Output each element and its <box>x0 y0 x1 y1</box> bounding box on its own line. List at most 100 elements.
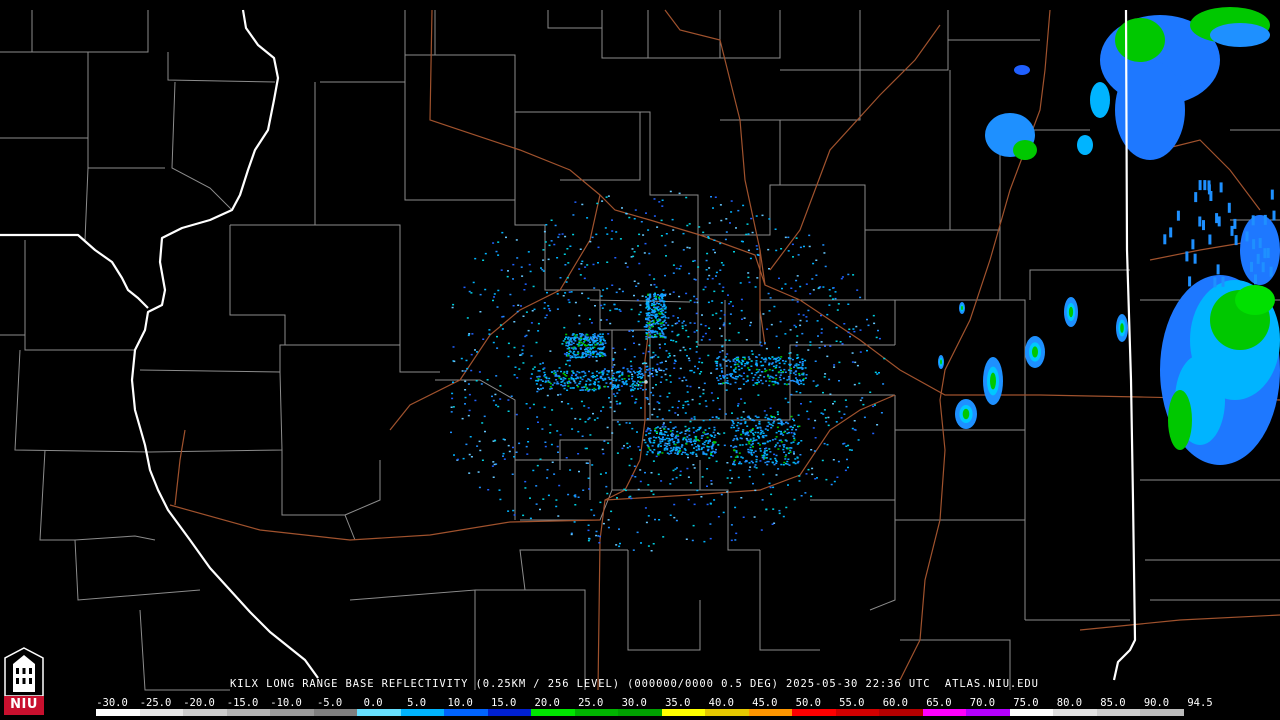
clutter-echo <box>652 351 655 354</box>
clutter-echo <box>769 451 772 453</box>
clutter-echo <box>795 390 798 393</box>
clutter-echo <box>723 314 726 316</box>
clutter-echo <box>583 405 586 407</box>
clutter-echo <box>760 529 763 531</box>
clutter-echo <box>750 444 753 446</box>
clutter-echo <box>748 475 751 478</box>
clutter-echo <box>755 356 758 359</box>
clutter-echo <box>562 379 565 381</box>
clutter-echo <box>606 233 609 235</box>
clutter-echo <box>531 310 534 312</box>
clutter-echo <box>774 228 777 230</box>
clutter-echo <box>737 356 740 358</box>
clutter-echo <box>713 436 716 438</box>
clutter-echo <box>461 417 464 420</box>
clutter-echo <box>769 297 772 299</box>
clutter-echo <box>606 261 609 263</box>
clutter-echo <box>757 394 760 396</box>
clutter-echo <box>603 346 606 348</box>
clutter-echo <box>669 421 672 423</box>
clutter-echo <box>634 209 637 211</box>
clutter-echo <box>628 330 631 332</box>
clutter-echo <box>713 239 716 241</box>
clutter-echo <box>685 329 688 332</box>
clutter-echo <box>598 542 601 544</box>
clutter-echo <box>782 360 784 362</box>
clutter-echo <box>792 435 795 437</box>
clutter-echo <box>785 421 788 424</box>
clutter-echo <box>684 451 687 454</box>
clutter-echo <box>655 384 657 386</box>
clutter-echo <box>778 277 780 280</box>
clutter-echo <box>713 426 716 429</box>
clutter-echo <box>632 382 635 385</box>
clutter-echo <box>562 372 565 375</box>
clutter-echo <box>785 454 788 456</box>
clutter-echo <box>561 233 564 235</box>
storm-band <box>1176 210 1180 221</box>
clutter-echo <box>628 378 630 380</box>
clutter-echo <box>707 354 710 357</box>
clutter-echo <box>738 361 741 363</box>
clutter-echo <box>664 308 667 310</box>
clutter-echo <box>587 297 590 300</box>
clutter-echo <box>574 494 577 496</box>
clutter-echo <box>643 252 646 254</box>
clutter-echo <box>560 378 563 380</box>
clutter-echo <box>715 368 718 370</box>
clutter-echo <box>570 376 573 379</box>
clutter-echo <box>778 445 781 447</box>
clutter-echo <box>775 377 778 380</box>
clutter-echo <box>535 383 538 385</box>
clutter-echo <box>746 439 749 441</box>
storm-cell <box>1068 306 1074 318</box>
clutter-echo <box>604 342 607 344</box>
clutter-echo <box>460 357 463 360</box>
clutter-echo <box>757 371 760 373</box>
clutter-echo <box>720 493 723 496</box>
clutter-echo <box>730 375 732 377</box>
clutter-echo <box>876 373 879 375</box>
clutter-echo <box>644 507 647 509</box>
clutter-echo <box>751 379 754 381</box>
clutter-echo <box>656 416 659 418</box>
clutter-echo <box>793 324 796 327</box>
clutter-echo <box>686 391 689 393</box>
clutter-echo <box>636 431 638 433</box>
clutter-echo <box>718 356 721 358</box>
clutter-echo <box>766 425 769 427</box>
clutter-echo <box>542 498 545 500</box>
clutter-echo <box>579 333 581 335</box>
clutter-echo <box>770 423 773 426</box>
clutter-echo <box>738 461 741 463</box>
clutter-echo <box>717 379 720 382</box>
clutter-echo <box>732 305 734 307</box>
clutter-echo <box>717 444 720 446</box>
clutter-echo <box>773 453 776 456</box>
clutter-echo <box>732 377 735 379</box>
clutter-echo <box>656 332 659 335</box>
clutter-echo <box>463 286 466 289</box>
clutter-echo <box>681 325 684 327</box>
clutter-echo <box>701 476 704 478</box>
clutter-echo <box>658 343 661 346</box>
clutter-echo <box>496 347 499 349</box>
clutter-echo <box>664 438 667 441</box>
clutter-echo <box>648 403 651 405</box>
clutter-echo <box>581 203 584 206</box>
clutter-echo <box>804 492 807 494</box>
clutter-echo <box>468 453 471 456</box>
clutter-echo <box>607 386 610 388</box>
clutter-echo <box>859 399 862 402</box>
clutter-echo <box>793 437 796 439</box>
scale-color-step <box>661 709 706 716</box>
clutter-echo <box>649 437 652 440</box>
clutter-echo <box>644 242 647 245</box>
clutter-echo <box>788 363 791 366</box>
clutter-echo <box>733 459 736 462</box>
clutter-echo <box>792 451 795 453</box>
clutter-echo <box>797 442 800 444</box>
clutter-echo <box>713 499 716 501</box>
clutter-echo <box>852 328 855 330</box>
clutter-echo <box>713 451 716 453</box>
